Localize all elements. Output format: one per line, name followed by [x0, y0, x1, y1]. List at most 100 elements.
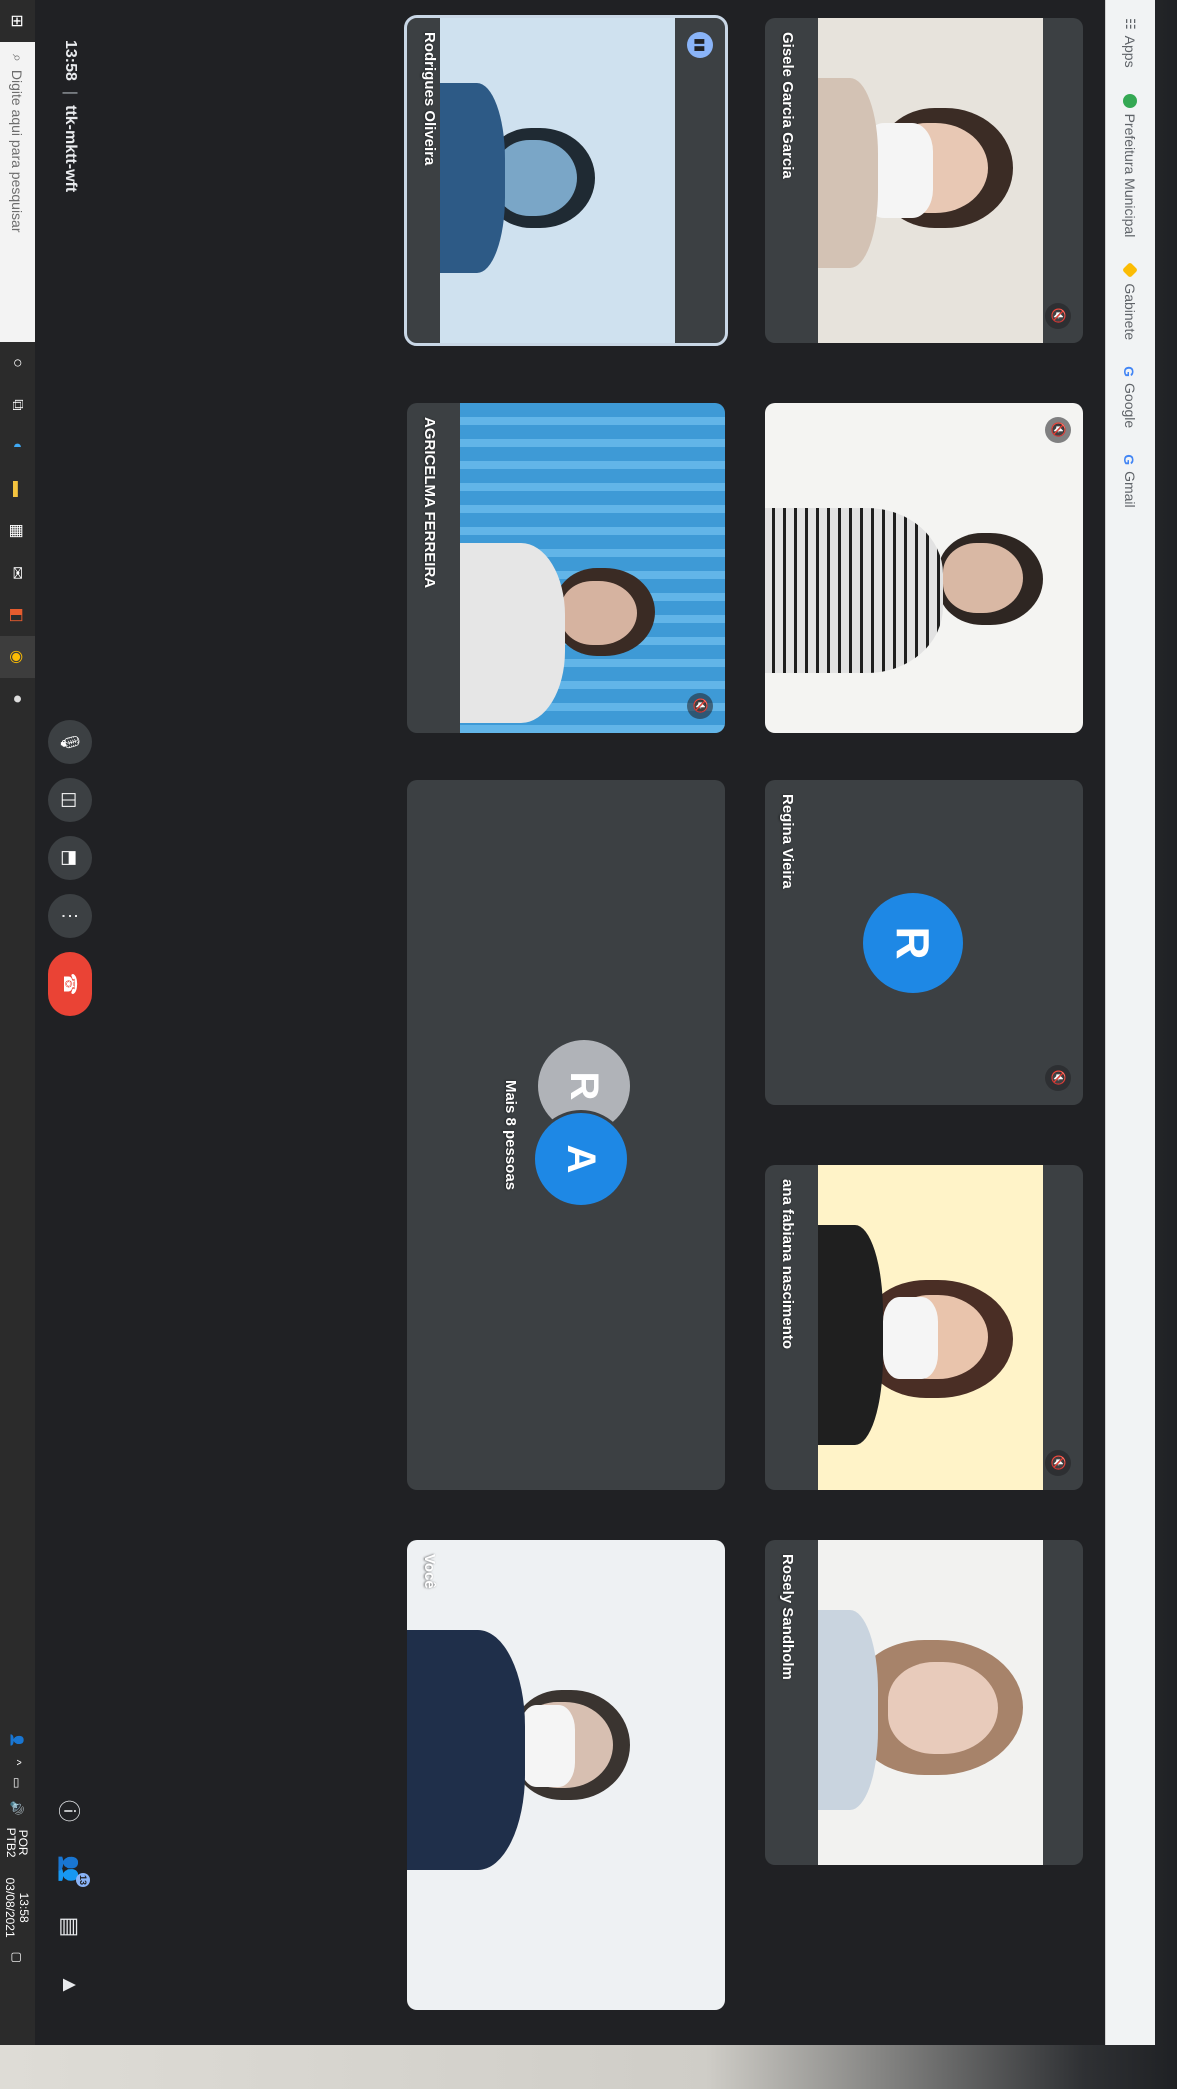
participant-tile[interactable]: 🔇	[765, 403, 1083, 733]
participant-face	[561, 581, 637, 645]
cortana-circle-icon: ○	[9, 358, 27, 368]
present-button[interactable]: ⬒	[48, 836, 92, 880]
bookmark-label: Gmail	[1122, 471, 1139, 508]
participant-name: Você	[421, 1554, 438, 1589]
participant-body	[460, 543, 565, 723]
mic-off-icon: 🔇	[687, 693, 713, 719]
chevron-up-icon[interactable]: ^	[11, 1760, 25, 1766]
participant-tile[interactable]: R 🔇 Regina Vieira	[765, 780, 1083, 1105]
participant-tile[interactable]: 🔇 AGRICELMA FERREIRA	[407, 403, 725, 733]
camera-icon: ◫	[60, 791, 81, 809]
participant-video	[440, 18, 675, 343]
start-button[interactable]: ⊞	[0, 0, 35, 42]
system-clock[interactable]: 13:58 03/08/2021	[4, 1878, 32, 1938]
bookmark-gmail[interactable]: G Gmail	[1121, 454, 1139, 508]
taskbar-search[interactable]: ⌕ Digite aqui para pesquisar	[0, 42, 35, 342]
more-options-button[interactable]: ⋮	[48, 894, 92, 938]
bookmark-label: Google	[1122, 383, 1139, 429]
people-tray-icon[interactable]: 👤	[11, 1733, 25, 1748]
task-view-icon: ⧉	[9, 399, 27, 411]
file-explorer-button[interactable]: ▬	[0, 468, 35, 510]
call-controls: 🎙 ◫ ⬒ ⋮ ☎	[48, 720, 92, 1030]
task-view-button[interactable]: ⧉	[0, 384, 35, 426]
participant-video	[818, 1165, 1043, 1490]
participant-body	[818, 1610, 878, 1810]
language-code: POR	[16, 1829, 31, 1856]
participant-body	[765, 508, 943, 673]
edge-icon: ◐	[9, 442, 27, 452]
bookmark-label: Prefeitura Municipal	[1122, 113, 1139, 238]
chrome-icon: ◉	[8, 650, 26, 664]
system-tray: 👤 ^ ▭ 🔊 POR PTB2 13:58 03/08/2021 ▢	[4, 1733, 32, 1975]
bookmarks-bar: ☷ Apps Prefeitura Municipal Gabinete G G…	[1105, 0, 1155, 2045]
self-view-tile[interactable]: Você	[407, 1540, 725, 2010]
participant-video	[818, 1540, 1043, 1865]
more-people-tile[interactable]: R A Mais 8 pessoas	[407, 780, 725, 1490]
side-panel-controls: ⓘ 👥 13 ▤ ▲	[50, 1773, 90, 2005]
clock-date: 03/08/2021	[3, 1877, 18, 1938]
chat-button[interactable]: ▤	[50, 1907, 90, 1947]
bookmark-apps[interactable]: ☷ Apps	[1123, 18, 1139, 68]
app-icon: ●	[9, 694, 27, 704]
participant-name: Gisele Garcia Garcia	[779, 32, 796, 179]
participant-tile[interactable]: 🔇 ana fabiana nascimento	[765, 1165, 1083, 1490]
windows-taskbar: ⊞ ⌕ Digite aqui para pesquisar ○ ⧉ ◐ ▬ ▦…	[0, 0, 35, 2045]
mail-button[interactable]: ✉	[0, 552, 35, 594]
meeting-time: 13:58	[62, 40, 79, 81]
edge-app-button[interactable]: ◐	[0, 426, 35, 468]
clock-time: 13:58	[17, 1892, 32, 1923]
apps-grid-icon: ☷	[1123, 18, 1139, 30]
participant-video	[818, 18, 1043, 343]
volume-icon[interactable]: 🔊	[11, 1801, 25, 1816]
meeting-info-separator: |	[62, 90, 79, 96]
participant-name: Rosely Sandholm	[779, 1554, 796, 1680]
camera-button[interactable]: ◫	[48, 778, 92, 822]
mic-off-icon: 🔇	[1045, 1065, 1071, 1091]
bookmark-prefeitura[interactable]: Prefeitura Municipal	[1122, 93, 1139, 238]
language-indicator[interactable]: POR PTB2	[5, 1828, 31, 1858]
store-button[interactable]: ▦	[0, 510, 35, 552]
network-icon[interactable]: ▭	[11, 1777, 25, 1788]
leave-call-button[interactable]: ☎	[48, 952, 92, 1016]
search-placeholder: Digite aqui para pesquisar	[9, 69, 26, 233]
bookmark-google[interactable]: G Google	[1121, 366, 1139, 429]
participant-body	[818, 1225, 883, 1445]
participant-name: Rodrigues Oliveira	[421, 32, 438, 166]
meet-stage: 🔇 Gisele Garcia Garcia 🔇 R 🔇 Regina Viei…	[105, 0, 1105, 2045]
folder-icon: ▬	[9, 481, 27, 497]
speaking-indicator-icon: ▮▮	[687, 32, 713, 58]
app-button[interactable]: ●	[0, 678, 35, 720]
participant-tile[interactable]: 🔇 Gisele Garcia Garcia	[765, 18, 1083, 343]
google-icon: G	[1121, 454, 1138, 466]
meeting-code: ttk-mktt-wft	[62, 105, 79, 193]
mic-off-icon: 🔇	[1045, 1450, 1071, 1476]
meeting-control-bar: 13:58 | ttk-mktt-wft 🎙 ◫ ⬒ ⋮ ☎ ⓘ 👥 13 ▤ ▲	[35, 0, 105, 2045]
chrome-button[interactable]: ◉	[0, 636, 35, 678]
info-icon: ⓘ	[56, 1799, 81, 1822]
participant-tile[interactable]: Rosely Sandholm	[765, 1540, 1083, 1865]
participant-body	[407, 1630, 525, 1870]
notifications-icon[interactable]: ▢	[11, 1952, 25, 1963]
shapes-icon: ▲	[58, 1974, 83, 1996]
participant-body	[818, 78, 878, 268]
participant-name: AGRICELMA FERREIRA	[421, 417, 438, 589]
activities-button[interactable]: ▲	[50, 1965, 90, 2005]
info-button[interactable]: ⓘ	[50, 1791, 90, 1831]
avatar: R	[863, 893, 963, 993]
bookmark-label: Apps	[1122, 35, 1139, 68]
bookmark-gabinete[interactable]: Gabinete	[1122, 262, 1139, 341]
google-icon: G	[1121, 366, 1138, 378]
people-button[interactable]: 👥 13	[50, 1849, 90, 1889]
participant-name: Regina Vieira	[779, 794, 796, 889]
cortana-button[interactable]: ○	[0, 342, 35, 384]
office-button[interactable]: ◧	[0, 594, 35, 636]
phone-hangup-icon: ☎	[60, 972, 81, 996]
mic-button[interactable]: 🎙	[48, 720, 92, 764]
store-icon: ▦	[8, 523, 26, 539]
diamond-icon	[1122, 262, 1139, 279]
search-icon: ⌕	[10, 54, 26, 62]
bookmark-label: Gabinete	[1122, 283, 1139, 341]
participant-tile[interactable]: ▮▮ Rodrigues Oliveira	[404, 14, 728, 347]
more-vert-icon: ⋮	[60, 907, 81, 925]
people-count-badge: 13	[76, 1873, 90, 1887]
